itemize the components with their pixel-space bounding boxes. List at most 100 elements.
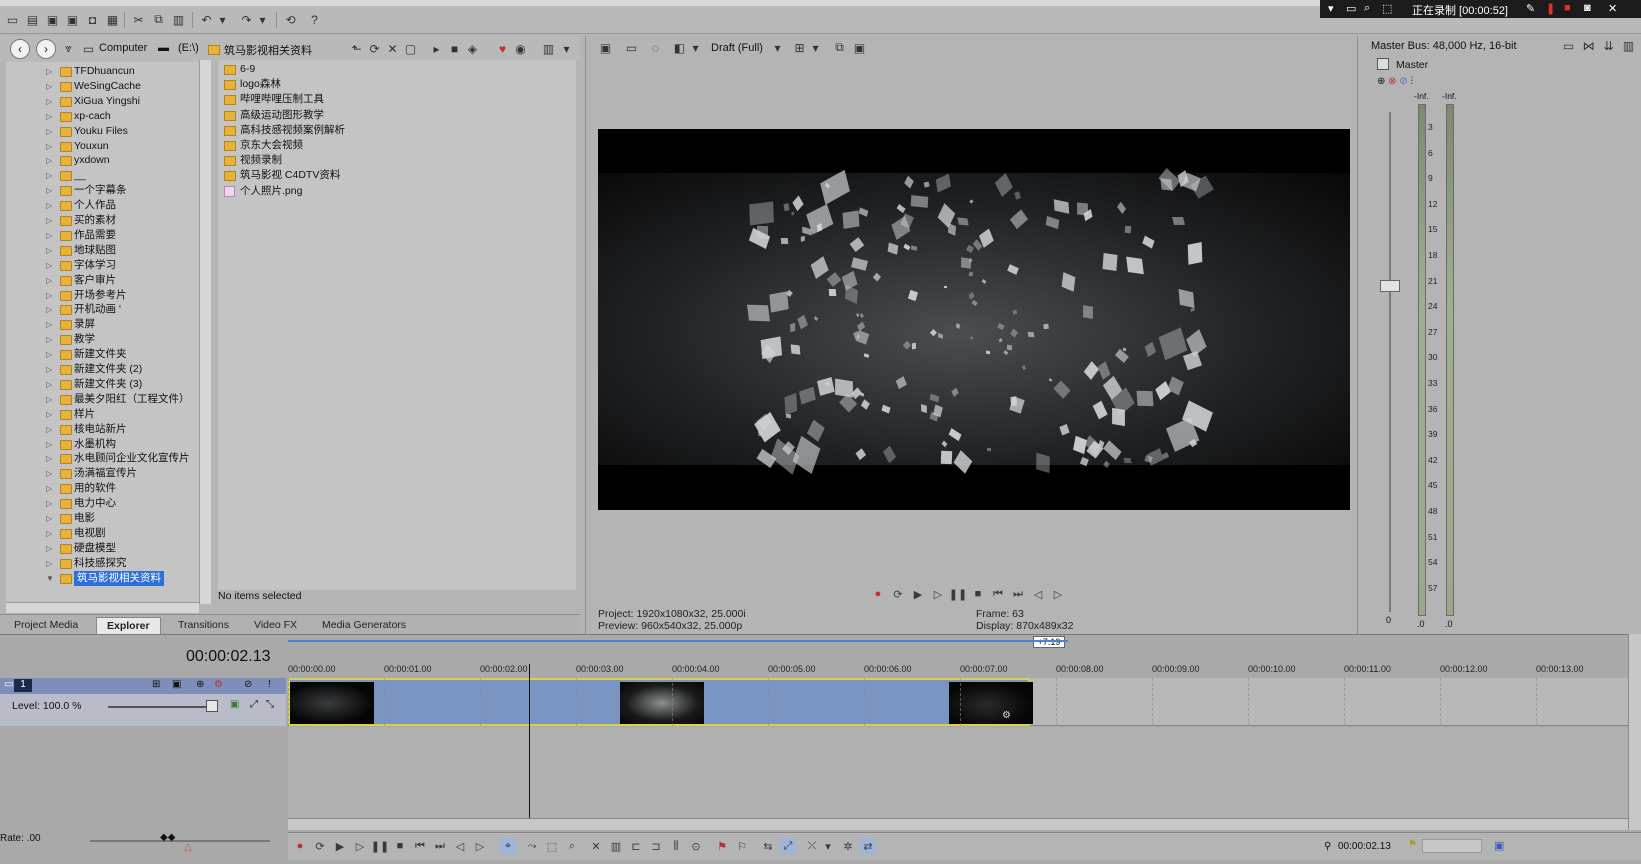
tree-item[interactable]: ▷ 电影 — [6, 511, 199, 527]
play-from-start-icon[interactable]: ▶ — [332, 838, 348, 854]
delete-icon[interactable]: ✕ — [384, 40, 401, 57]
timeline-vertical-scrollbar[interactable] — [1628, 634, 1641, 830]
cut-icon[interactable]: ✂ — [130, 11, 147, 28]
redo-dropdown-icon[interactable]: ▾ — [254, 11, 271, 28]
master-expand-icon[interactable]: ▥ — [1620, 37, 1637, 54]
save-snapshot-icon[interactable]: ▣ — [851, 39, 868, 56]
properties-icon[interactable]: ▦ — [104, 11, 121, 28]
master-insert-fx-icon[interactable] — [1377, 58, 1389, 70]
record-icon[interactable]: ● — [292, 838, 308, 854]
tree-item[interactable]: ▷ 新建文件夹 (3) — [6, 377, 199, 393]
tree-item[interactable]: ▷ 个人作品 — [6, 198, 199, 214]
previous-frame-icon[interactable]: ◁ — [1030, 586, 1046, 602]
recorder-pen-icon[interactable]: ✎ — [1526, 2, 1535, 15]
expand-arrow-icon[interactable]: ▷ — [46, 139, 52, 154]
tree-item[interactable]: ▷ 客户审片 — [6, 273, 199, 289]
insert-region-icon[interactable]: ⚐ — [734, 838, 750, 854]
tab-transitions[interactable]: Transitions — [168, 617, 239, 634]
rate-slider-thumb[interactable]: ◆◆ — [160, 832, 175, 843]
expand-arrow-icon[interactable]: ▷ — [46, 124, 52, 139]
recorder-stop-icon[interactable]: ■ — [1564, 2, 1571, 14]
tree-item[interactable]: ▷ 作品需要 — [6, 228, 199, 244]
tree-horizontal-scrollbar[interactable] — [6, 602, 199, 613]
tree-item[interactable]: ▷ Youxun — [6, 139, 199, 155]
tree-item[interactable]: ▷ XiGua Yingshi — [6, 94, 199, 110]
forward-icon[interactable]: › — [36, 39, 56, 59]
tree-vertical-scrollbar[interactable] — [199, 60, 211, 604]
get-media-icon[interactable]: ◉ — [512, 40, 529, 57]
expand-arrow-icon[interactable]: ▷ — [46, 541, 52, 556]
expand-arrow-icon[interactable]: ▷ — [46, 392, 52, 407]
tree-item[interactable]: ▷ 一个字幕条 — [6, 183, 199, 199]
back-icon[interactable]: ‹ — [10, 39, 30, 59]
expand-arrow-icon[interactable]: ▷ — [46, 511, 52, 526]
crossfade-dropdown-icon[interactable]: ▾ — [820, 838, 836, 854]
expand-arrow-icon[interactable]: ▷ — [46, 243, 52, 258]
pause-icon[interactable]: ❚❚ — [371, 838, 389, 854]
external-monitor-icon[interactable]: ▭ — [623, 39, 640, 56]
delete-event-icon[interactable]: ✕ — [588, 838, 604, 854]
render-region-icon[interactable]: ⟲ — [282, 11, 299, 28]
tree-item[interactable]: ▷ 地球贴图 — [6, 243, 199, 259]
rate-slider[interactable] — [90, 840, 270, 842]
up-folder-icon[interactable]: ⬑ — [348, 40, 365, 57]
undo-icon[interactable]: ↶ — [198, 11, 215, 28]
track-keyframe-icon[interactable]: ▣ — [230, 699, 239, 710]
tree-item[interactable]: ▼ 筑马影视相关资料 — [6, 570, 199, 587]
expand-arrow-icon[interactable]: ▷ — [46, 228, 52, 243]
envelope-edit-tool-icon[interactable]: ⤳ — [524, 838, 540, 854]
expand-arrow-icon[interactable]: ▷ — [46, 332, 52, 347]
recorder-menu-icon[interactable]: ▾ — [1328, 2, 1334, 15]
quality-dropdown-icon[interactable]: ▾ — [769, 39, 786, 56]
selection-length-field[interactable] — [1422, 839, 1482, 853]
previous-frame-icon[interactable]: ◁ — [452, 838, 468, 854]
expand-arrow-icon[interactable]: ▷ — [46, 109, 52, 124]
tab-explorer[interactable]: Explorer — [96, 617, 161, 634]
tree-item[interactable]: ▷ 科技感探究 — [6, 556, 199, 572]
tree-item[interactable]: ▷ 水墨机构 — [6, 437, 199, 453]
path-segment-folder[interactable]: 筑马影视相关资料 — [224, 42, 312, 58]
redo-icon[interactable]: ↷ — [238, 11, 255, 28]
play-from-start-icon[interactable]: ▶ — [910, 586, 926, 602]
event-fx-icon[interactable]: ⚙ — [1002, 710, 1011, 721]
split-icon[interactable]: ⫼ — [668, 838, 684, 854]
zoom-edit-tool-icon[interactable]: ⌕ — [564, 838, 580, 854]
expand-arrow-icon[interactable]: ▷ — [46, 258, 52, 273]
play-icon[interactable]: ▷ — [352, 838, 368, 854]
expand-arrow-icon[interactable]: ▷ — [46, 198, 52, 213]
tree-item[interactable]: ▷ 电力中心 — [6, 496, 199, 512]
master-mute-icon[interactable]: ⋈ — [1580, 37, 1597, 54]
expand-arrow-icon[interactable]: ▷ — [46, 302, 52, 317]
expand-arrow-icon[interactable]: ▷ — [46, 496, 52, 511]
expand-arrow-icon[interactable]: ▷ — [46, 168, 52, 183]
playhead[interactable] — [529, 664, 530, 819]
tree-item[interactable]: ▷ Youku Files — [6, 124, 199, 140]
tree-item[interactable]: ▷ 新建文件夹 (2) — [6, 362, 199, 378]
record-icon[interactable]: ● — [870, 586, 886, 602]
expand-arrow-icon[interactable]: ▷ — [46, 526, 52, 541]
recorder-window-icon[interactable]: ▭ — [1346, 2, 1356, 15]
expand-arrow-icon[interactable]: ▷ — [46, 422, 52, 437]
trim-icon[interactable]: ▥ — [608, 838, 624, 854]
level-slider[interactable] — [108, 706, 208, 708]
tree-item[interactable]: ▷ 字体学习 — [6, 258, 199, 274]
tree-item[interactable]: ▷ 开场参考片 — [6, 288, 199, 304]
play-icon[interactable]: ▷ — [930, 586, 946, 602]
expand-arrow-icon[interactable]: ▷ — [46, 466, 52, 481]
expand-arrow-icon[interactable]: ▷ — [46, 347, 52, 362]
pause-icon[interactable]: ❚❚ — [949, 586, 967, 602]
save-as-icon[interactable]: ▣ — [64, 11, 81, 28]
expand-arrow-icon[interactable]: ▷ — [46, 451, 52, 466]
timeline-horizontal-scrollbar[interactable] — [288, 818, 1634, 830]
undo-dropdown-icon[interactable]: ▾ — [214, 11, 231, 28]
timeline-settings-icon[interactable]: ▣ — [1494, 839, 1504, 852]
mute-track-icon[interactable]: ⊘ — [244, 679, 252, 690]
expand-arrow-icon[interactable]: ▷ — [46, 317, 52, 332]
tree-item[interactable]: ▷ 汤满福宣传片 — [6, 466, 199, 482]
auto-ripple-icon[interactable]: ⤢ — [780, 838, 796, 854]
recorder-zoom-icon[interactable]: ⌕ — [1364, 2, 1370, 15]
timeline-ruler[interactable]: 00:00:00.00 00:00:01.00 00:00:02.00 00:00:0… — [288, 664, 1634, 678]
tree-item[interactable]: ▷ 教学 — [6, 332, 199, 348]
expand-arrow-icon[interactable]: ▷ — [46, 79, 52, 94]
tree-item[interactable]: ▷ 电视剧 — [6, 526, 199, 542]
